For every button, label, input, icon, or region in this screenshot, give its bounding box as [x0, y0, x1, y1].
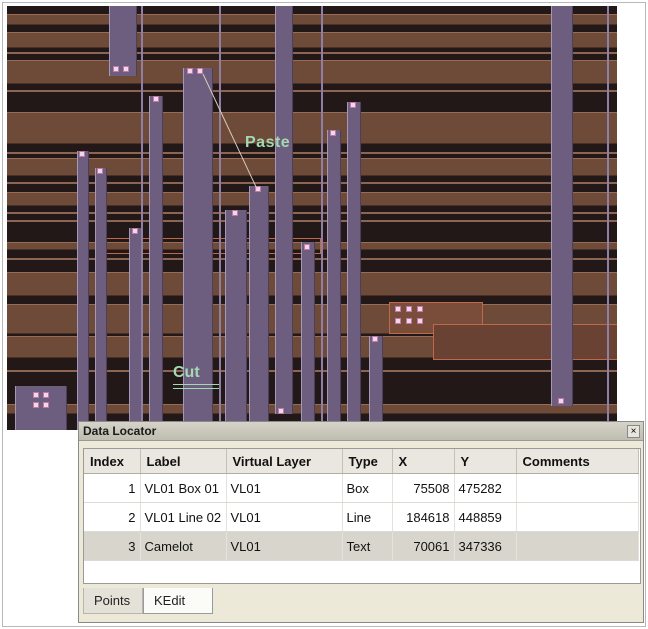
cell-comments[interactable]	[516, 502, 639, 532]
cell-y: 475282	[454, 473, 517, 503]
cell-comments[interactable]	[516, 473, 639, 503]
data-locator-grid[interactable]: Index Label Virtual Layer Type X Y Comme…	[83, 448, 641, 584]
column-header-label[interactable]: Label	[140, 449, 227, 474]
cell-index: 2	[84, 502, 141, 532]
cell-type: Box	[342, 473, 393, 503]
paste-annotation: Paste	[245, 134, 291, 151]
column-header-type[interactable]: Type	[342, 449, 393, 474]
cell-x: 184618	[392, 502, 455, 532]
tab-points[interactable]: Points	[83, 588, 143, 614]
cell-index: 3	[84, 531, 141, 561]
cell-x: 70061	[392, 531, 455, 561]
cell-type: Text	[342, 531, 393, 561]
panel-title: Data Locator	[83, 424, 157, 438]
tab-kedit[interactable]: KEdit	[143, 588, 213, 614]
cell-label: Camelot	[140, 531, 227, 561]
close-icon[interactable]: ×	[627, 425, 640, 438]
column-header-comments[interactable]: Comments	[516, 449, 639, 474]
layout-canvas[interactable]: Paste Cut	[7, 6, 617, 430]
column-header-x[interactable]: X	[392, 449, 455, 474]
cell-y: 448859	[454, 502, 517, 532]
cell-virtual-layer: VL01	[226, 473, 343, 503]
cell-index: 1	[84, 473, 141, 503]
table-header-row: Index Label Virtual Layer Type X Y Comme…	[84, 449, 639, 474]
table-row[interactable]: 2 VL01 Line 02 VL01 Line 184618 448859	[84, 502, 639, 532]
table-row[interactable]: 1 VL01 Box 01 VL01 Box 75508 475282	[84, 473, 639, 503]
paste-leader-line	[202, 73, 258, 190]
cell-virtual-layer: VL01	[226, 502, 343, 532]
cell-x: 75508	[392, 473, 455, 503]
table-row-selected[interactable]: 3 Camelot VL01 Text 70061 347336	[84, 531, 639, 561]
cut-annotation: Cut	[173, 364, 200, 381]
column-header-index[interactable]: Index	[84, 449, 141, 474]
cell-label: VL01 Box 01	[140, 473, 227, 503]
cell-y: 347336	[454, 531, 517, 561]
cut-underline	[173, 384, 219, 389]
cell-comments[interactable]	[516, 531, 639, 561]
data-table: Index Label Virtual Layer Type X Y Comme…	[84, 449, 639, 561]
panel-title-bar[interactable]: Data Locator ×	[79, 422, 643, 441]
cell-type: Line	[342, 502, 393, 532]
column-header-y[interactable]: Y	[454, 449, 517, 474]
cell-virtual-layer: VL01	[226, 531, 343, 561]
cell-label: VL01 Line 02	[140, 502, 227, 532]
data-locator-panel: Data Locator × Index Label Virtual Layer…	[78, 421, 644, 623]
column-header-virtual-layer[interactable]: Virtual Layer	[226, 449, 343, 474]
